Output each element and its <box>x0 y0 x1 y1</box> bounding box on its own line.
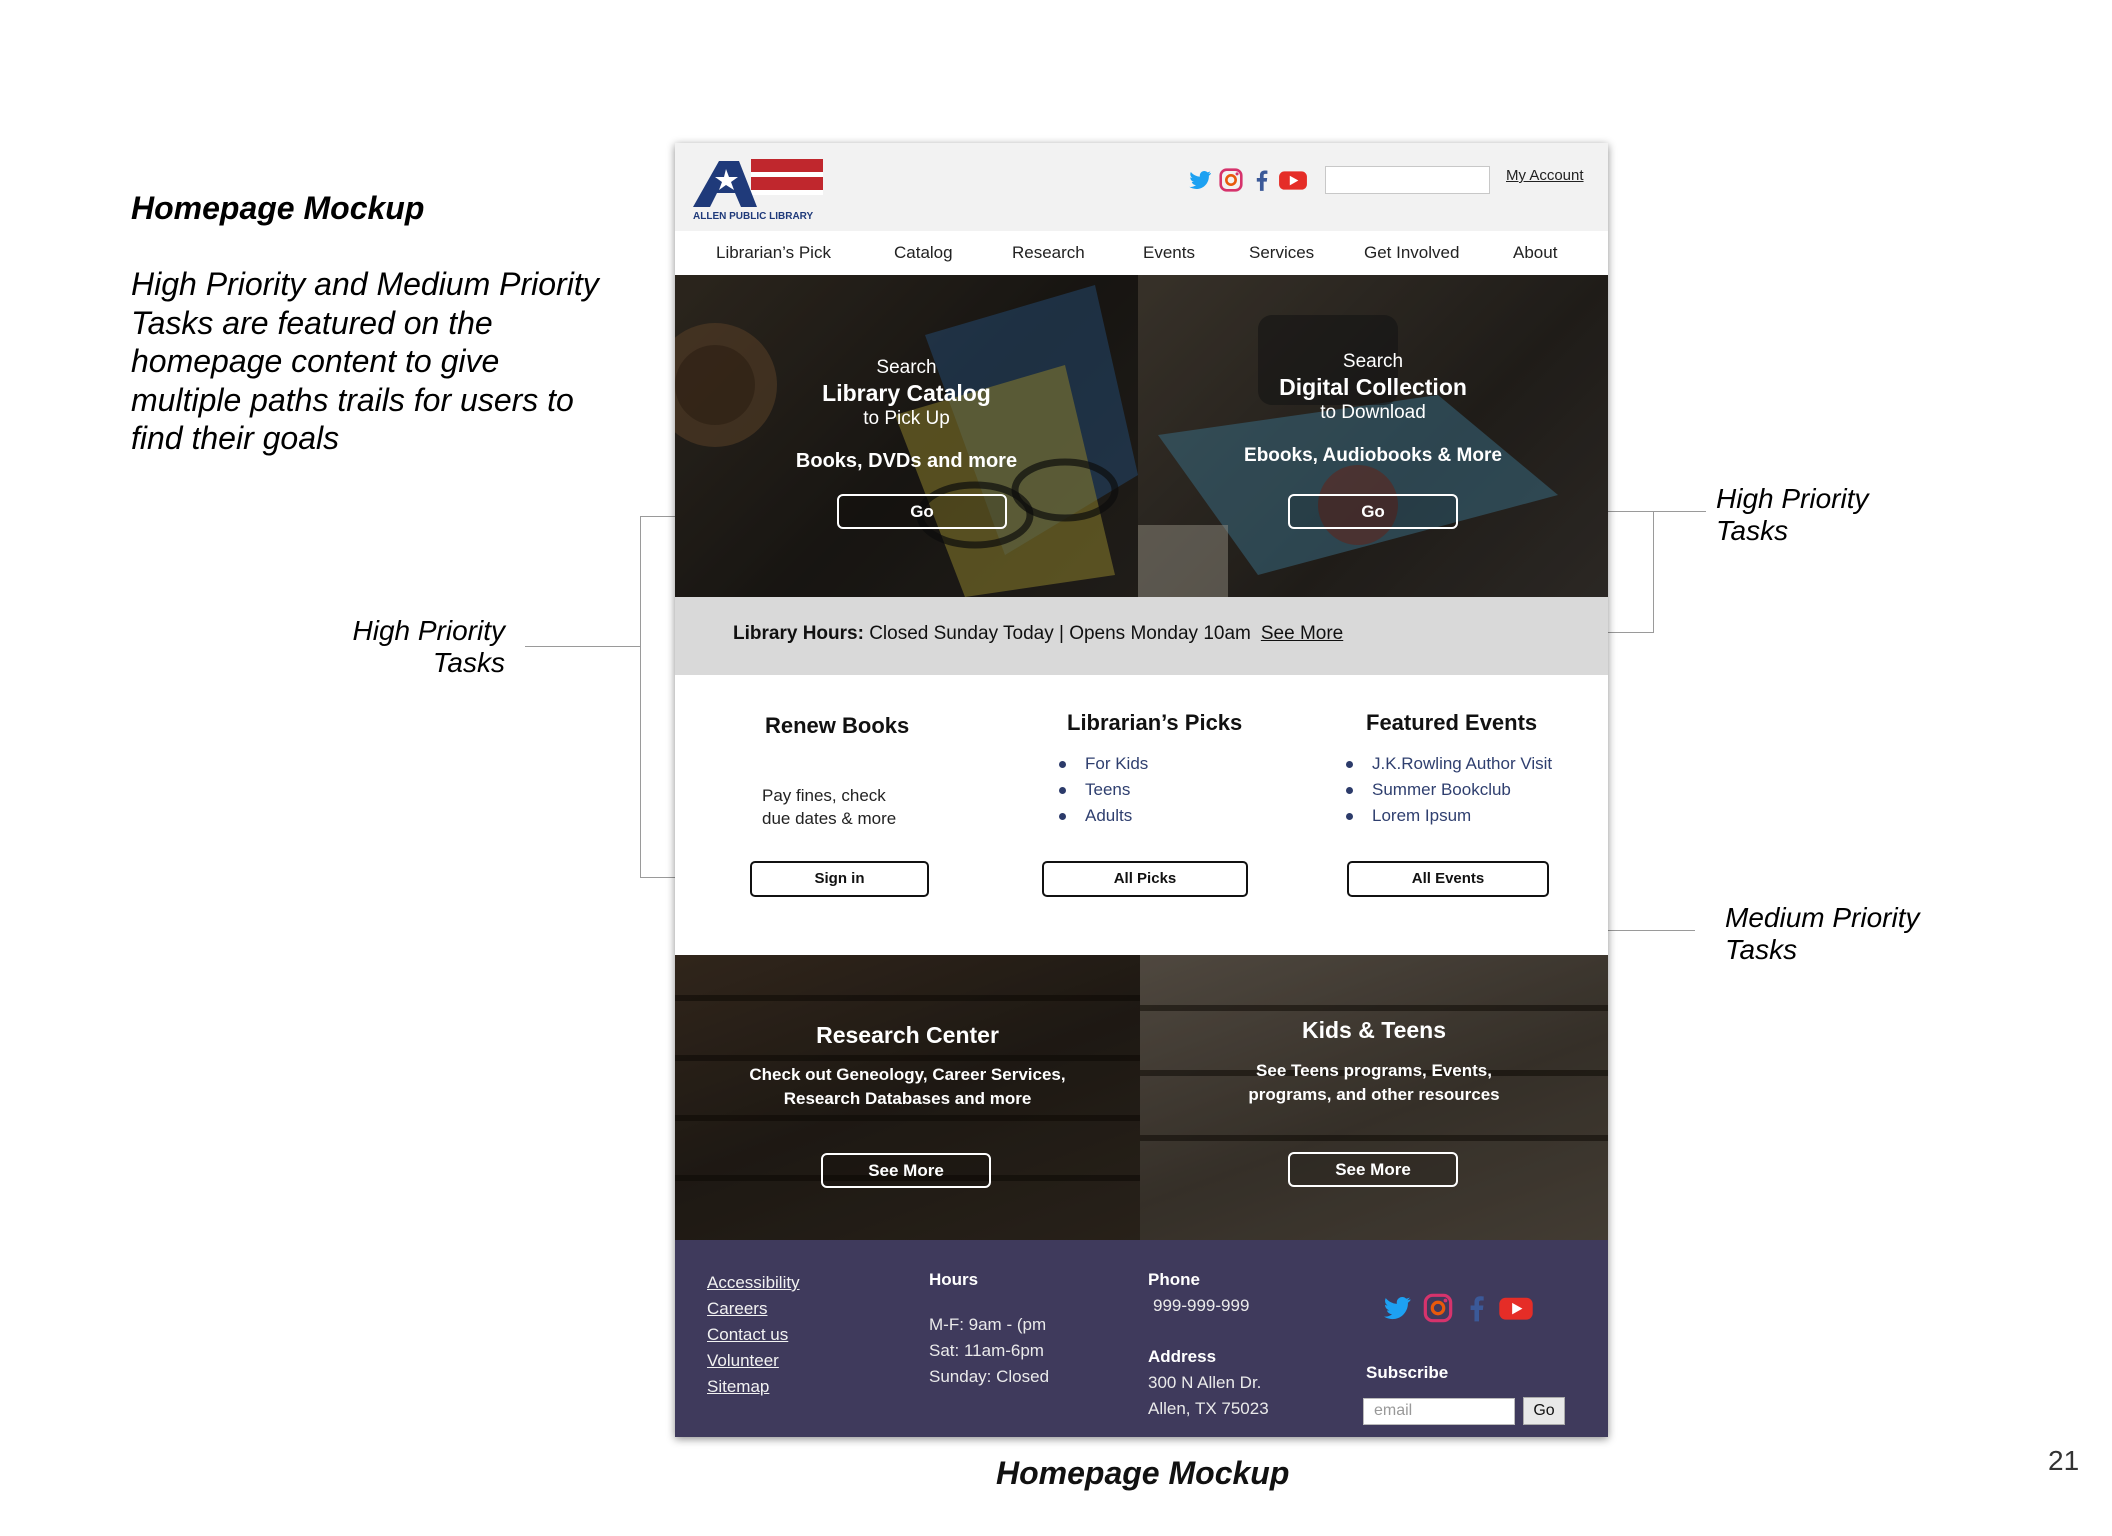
hero-catalog-title: Library Catalog <box>822 380 991 406</box>
annotation-high-priority-left: High Priority Tasks <box>352 615 505 678</box>
footer-subscribe-title: Subscribe <box>1366 1363 1449 1382</box>
footer-phone-title: Phone <box>1148 1270 1200 1289</box>
nav-item-catalog[interactable]: Catalog <box>894 243 953 263</box>
kids-teens-title: Kids & Teens <box>1302 1017 1446 1043</box>
sign-in-button[interactable]: Sign in <box>750 861 929 897</box>
slide-caption: Homepage Mockup <box>996 1455 1290 1491</box>
librarians-picks-title: Librarian’s Picks <box>1067 710 1243 735</box>
hero-digital-subtitle: to Download <box>1320 402 1426 423</box>
kids-see-more-button[interactable]: See More <box>1288 1152 1458 1187</box>
annotation-medium-priority: Medium Priority Tasks <box>1725 902 1920 965</box>
connector-line <box>640 516 641 878</box>
nav-item-about[interactable]: About <box>1513 243 1557 263</box>
footer-address-title: Address <box>1148 1347 1217 1366</box>
footer-hours-saturday: Sat: 11am-6pm <box>929 1341 1044 1360</box>
hero-catalog-subtitle: to Pick Up <box>863 408 950 429</box>
kids-teens-text-line-1: See Teens programs, Events, <box>1256 1061 1492 1080</box>
header-search-input[interactable] <box>1325 166 1490 194</box>
youtube-icon[interactable] <box>1278 167 1308 193</box>
footer-address-line-2: Allen, TX 75023 <box>1148 1399 1269 1418</box>
hero-digital-description: Ebooks, Audiobooks & More <box>1244 445 1502 466</box>
hero-catalog-description: Books, DVDs and more <box>795 450 1018 472</box>
youtube-icon[interactable] <box>1498 1292 1534 1324</box>
logo-text: ALLEN PUBLIC LIBRARY <box>693 211 814 222</box>
event-item-summer-bookclub[interactable]: Summer Bookclub <box>1346 777 1552 803</box>
connector-line <box>525 646 641 647</box>
footer-hours-title: Hours <box>929 1270 979 1289</box>
slide-title: Homepage Mockup <box>131 190 425 226</box>
twitter-icon[interactable] <box>1187 167 1213 193</box>
hero-digital-search-text: Search <box>1342 351 1404 372</box>
library-logo[interactable]: ALLEN PUBLIC LIBRARY <box>691 155 825 223</box>
nav-item-research[interactable]: Research <box>1012 243 1085 263</box>
hero-catalog-panel: Search Library Catalog to Pick Up Books,… <box>675 275 1138 597</box>
footer-link-accessibility[interactable]: Accessibility <box>707 1270 800 1296</box>
featured-events-list: J.K.Rowling Author Visit Summer Bookclub… <box>1346 751 1552 829</box>
site-footer: Accessibility Careers Contact us Volunte… <box>675 1240 1608 1437</box>
homepage-mockup: ALLEN PUBLIC LIBRARY My Account Libraria… <box>675 143 1608 1437</box>
library-hours-label: Library Hours: <box>733 623 864 644</box>
research-center-text-line-1: Check out Geneology, Career Services, <box>749 1065 1066 1084</box>
footer-link-volunteer[interactable]: Volunteer <box>707 1348 800 1374</box>
footer-address-line-1: 300 N Allen Dr. <box>1148 1373 1262 1392</box>
event-item-lorem-ipsum[interactable]: Lorem Ipsum <box>1346 803 1552 829</box>
connector-line <box>1653 511 1654 633</box>
librarians-picks-list: For Kids Teens Adults <box>1059 751 1148 829</box>
instagram-icon[interactable] <box>1218 167 1244 193</box>
picks-item-adults[interactable]: Adults <box>1059 803 1148 829</box>
research-center-text-line-2: Research Databases and more <box>783 1089 1032 1108</box>
featured-events-title: Featured Events <box>1366 710 1538 735</box>
renew-books-text-line-1: Pay fines, check <box>762 786 886 805</box>
subscribe-email-input[interactable]: email <box>1363 1398 1515 1425</box>
renew-books-text-line-2: due dates & more <box>762 809 897 828</box>
footer-links: Accessibility Careers Contact us Volunte… <box>707 1270 800 1400</box>
twitter-icon[interactable] <box>1381 1292 1413 1324</box>
picks-item-teens[interactable]: Teens <box>1059 777 1148 803</box>
renew-books-title: Renew Books <box>765 713 910 738</box>
kids-teens-panel: Kids & Teens See Teens programs, Events,… <box>1140 955 1608 1240</box>
research-see-more-button[interactable]: See More <box>821 1153 991 1188</box>
library-hours-bar: Library Hours: Closed Sunday Today | Ope… <box>675 597 1608 675</box>
catalog-go-button[interactable]: Go <box>837 494 1007 529</box>
slide-description: High Priority and Medium Priority Tasks … <box>131 266 599 456</box>
facebook-icon[interactable] <box>1249 167 1275 193</box>
picks-item-for-kids[interactable]: For Kids <box>1059 751 1148 777</box>
nav-item-events[interactable]: Events <box>1143 243 1195 263</box>
nav-item-librarians-pick[interactable]: Librarian’s Pick <box>716 243 831 263</box>
footer-link-careers[interactable]: Careers <box>707 1296 800 1322</box>
footer-hours-weekday: M-F: 9am - (pm <box>929 1315 1047 1334</box>
hero-overlay <box>1138 275 1608 597</box>
footer-link-contact-us[interactable]: Contact us <box>707 1322 800 1348</box>
digital-go-button[interactable]: Go <box>1288 494 1458 529</box>
my-account-link[interactable]: My Account <box>1506 167 1584 184</box>
hero-overlay <box>675 275 1138 597</box>
research-center-title: Research Center <box>816 1022 999 1048</box>
instagram-icon[interactable] <box>1422 1292 1454 1324</box>
main-nav: Librarian’s Pick Catalog Research Events… <box>675 231 1608 275</box>
facebook-icon[interactable] <box>1461 1292 1493 1324</box>
library-hours-value: Closed Sunday Today | Opens Monday 10am <box>869 623 1251 644</box>
nav-item-get-involved[interactable]: Get Involved <box>1364 243 1459 263</box>
library-hours-text: Library Hours: Closed Sunday Today | Ope… <box>733 623 1343 645</box>
hours-see-more-link[interactable]: See More <box>1261 623 1343 644</box>
nav-item-services[interactable]: Services <box>1249 243 1314 263</box>
all-picks-button[interactable]: All Picks <box>1042 861 1248 897</box>
footer-phone-number[interactable]: 999-999-999 <box>1153 1293 1249 1319</box>
page-number: 21 <box>2048 1445 2080 1476</box>
site-header: ALLEN PUBLIC LIBRARY My Account <box>675 143 1608 231</box>
event-item-author-visit[interactable]: J.K.Rowling Author Visit <box>1346 751 1552 777</box>
research-center-panel: Research Center Check out Geneology, Car… <box>675 955 1140 1240</box>
hero-digital-panel: Search Digital Collection to Download Eb… <box>1138 275 1608 597</box>
all-events-button[interactable]: All Events <box>1347 861 1549 897</box>
kids-teens-text-line-2: programs, and other resources <box>1248 1085 1500 1104</box>
hero-digital-title: Digital Collection <box>1279 374 1467 400</box>
subscribe-go-button[interactable]: Go <box>1523 1397 1565 1425</box>
annotation-high-priority-right: High Priority Tasks <box>1716 483 1869 546</box>
hero-catalog-search-text: Search <box>876 357 937 378</box>
footer-link-sitemap[interactable]: Sitemap <box>707 1374 800 1400</box>
footer-hours-sunday: Sunday: Closed <box>929 1367 1050 1386</box>
